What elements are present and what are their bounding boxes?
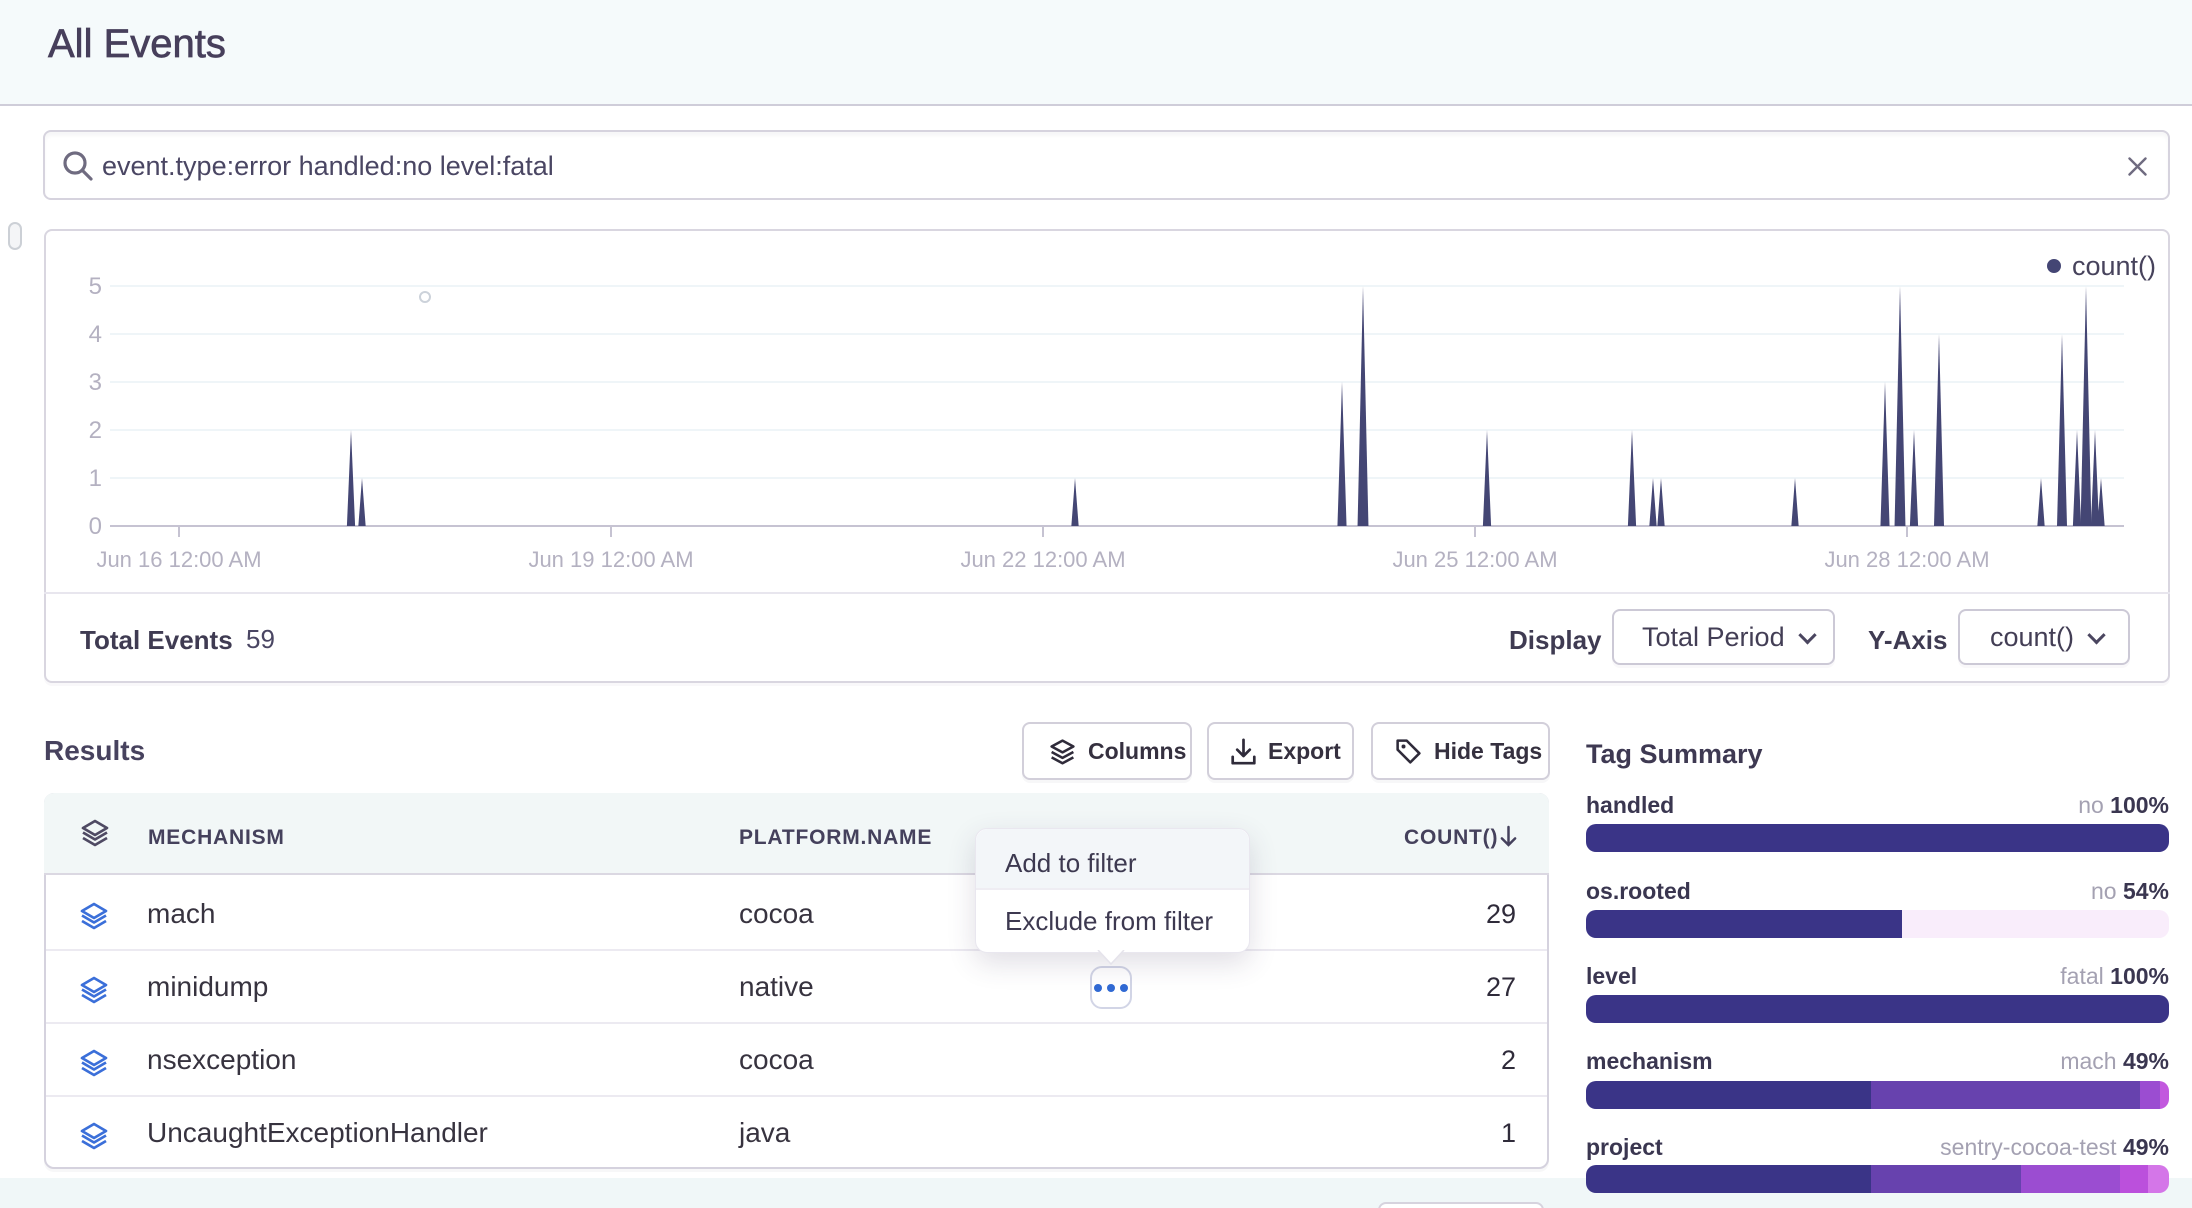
svg-text:2: 2 (89, 417, 102, 444)
svg-text:Jun 25 12:00 AM: Jun 25 12:00 AM (1392, 547, 1557, 572)
svg-text:3: 3 (89, 369, 102, 396)
svg-text:5: 5 (89, 273, 102, 300)
svg-text:1: 1 (89, 465, 102, 492)
svg-text:Jun 16 12:00 AM: Jun 16 12:00 AM (96, 547, 261, 572)
svg-text:4: 4 (89, 321, 102, 348)
svg-text:0: 0 (89, 513, 102, 540)
svg-text:Jun 22 12:00 AM: Jun 22 12:00 AM (960, 547, 1125, 572)
svg-text:Jun 28 12:00 AM: Jun 28 12:00 AM (1824, 547, 1989, 572)
svg-text:count(): count() (2072, 251, 2156, 281)
svg-text:Jun 19 12:00 AM: Jun 19 12:00 AM (528, 547, 693, 572)
